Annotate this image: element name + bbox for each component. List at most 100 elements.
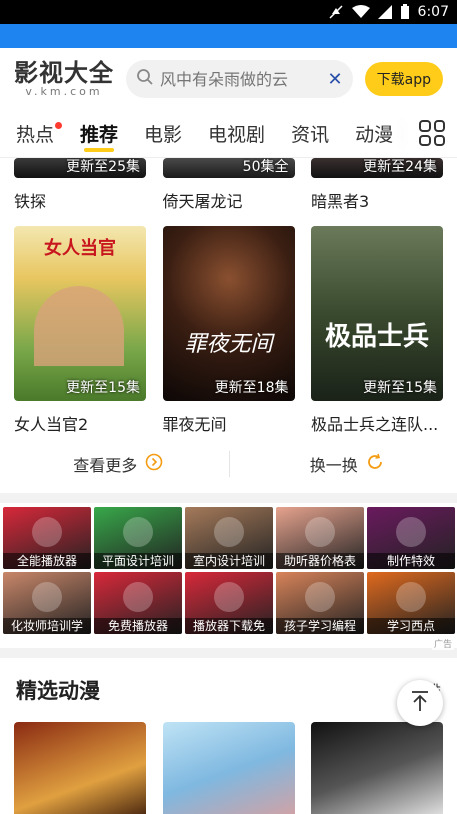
section-gap	[0, 493, 457, 503]
back-to-top-button[interactable]	[397, 680, 443, 726]
mute-icon	[328, 4, 344, 20]
ad-tile[interactable]: 助听器价格表	[276, 507, 364, 569]
top-row: 更新至25集 铁探 50集全 倚天屠龙记 更新至24集 暗黑者3	[0, 158, 457, 212]
ad-label: 室内设计培训	[185, 553, 273, 569]
search-icon	[136, 68, 154, 90]
tab-tv[interactable]: 电视剧	[208, 110, 265, 158]
ad-label: 助听器价格表	[276, 553, 364, 569]
tab-label: 电视剧	[208, 124, 266, 146]
logo-domain: v.km.com	[25, 85, 103, 98]
video-card[interactable]: 极品士兵 更新至15集 极品士兵之连队...	[311, 226, 443, 435]
tab-news[interactable]: 资讯	[291, 110, 329, 158]
ad-footer: 广告	[0, 634, 457, 650]
ad-label: 平面设计培训	[94, 553, 182, 569]
chevron-right-icon	[145, 453, 163, 475]
notification-dot	[55, 121, 63, 129]
status-bar: 6:07	[0, 0, 457, 24]
poster: 极品士兵 更新至15集	[311, 226, 443, 401]
refresh-icon	[366, 453, 384, 475]
divider	[228, 451, 230, 477]
poster-title: 极品士兵	[324, 322, 429, 352]
video-card[interactable]: 罪夜无间 更新至18集 罪夜无间	[162, 226, 295, 435]
ad-image	[396, 516, 426, 547]
logo-text: 影视大全	[14, 59, 114, 87]
app-logo[interactable]: 影视大全 v.km.com	[14, 60, 114, 98]
ad-label: 全能播放器	[3, 553, 91, 569]
episode-badge: 更新至24集	[363, 159, 437, 175]
tab-movie[interactable]: 电影	[144, 110, 182, 158]
main-row: 女人当官 更新至15集 女人当官2 罪夜无间 更新至18集 罪夜无间 极品士兵 …	[0, 226, 457, 435]
poster-title: 女人当官	[44, 238, 116, 259]
poster: 更新至24集	[311, 158, 443, 178]
video-title: 女人当官2	[14, 415, 89, 434]
wifi-icon	[351, 5, 370, 19]
ad-mark: 广告	[431, 637, 454, 650]
ad-tile[interactable]: 室内设计培训	[185, 507, 273, 569]
poster: 更新至25集	[14, 158, 146, 178]
video-title: 倚天屠龙记	[162, 192, 243, 211]
app-top-band	[0, 24, 457, 48]
ad-grid: 全能播放器 平面设计培训 室内设计培训 助听器价格表 制作特效化妆师培训学 免费播放器 播放…	[0, 503, 457, 634]
ad-tile[interactable]: 学习西点	[367, 572, 455, 634]
refresh-label: 换一换	[309, 456, 358, 475]
video-title: 铁探	[14, 192, 47, 211]
signal-icon	[377, 5, 392, 19]
tab-label: 动漫	[355, 124, 394, 146]
episode-badge: 更新至15集	[363, 380, 437, 396]
anime-poster[interactable]	[162, 722, 295, 814]
tab-anime[interactable]: 动漫	[355, 110, 393, 158]
ad-tile[interactable]: 孩子学习编程	[276, 572, 364, 634]
ad-label: 学习西点	[367, 618, 455, 634]
section-actions: 查看更多 换一换	[0, 435, 457, 493]
ad-tile[interactable]: 化妆师培训学	[3, 572, 91, 634]
ad-tile[interactable]: 全能播放器	[3, 507, 91, 569]
poster: 女人当官 更新至15集	[14, 226, 146, 401]
ad-image	[32, 581, 62, 612]
video-card[interactable]: 女人当官 更新至15集 女人当官2	[14, 226, 146, 435]
poster: 罪夜无间 更新至18集	[162, 226, 295, 401]
ad-label: 免费播放器	[94, 618, 182, 634]
tab-label: 推荐	[80, 124, 119, 146]
video-card[interactable]: 更新至24集 暗黑者3	[311, 158, 443, 212]
ad-label: 孩子学习编程	[276, 618, 364, 634]
arrow-up-icon	[410, 690, 430, 716]
download-app-button[interactable]: 下载app	[364, 62, 443, 96]
video-title: 极品士兵之连队...	[311, 415, 439, 434]
ad-image	[396, 581, 426, 612]
view-more-button[interactable]: 查看更多	[73, 452, 163, 476]
ad-image	[214, 581, 244, 612]
ad-tile[interactable]: 平面设计培训	[94, 507, 182, 569]
ad-tile[interactable]: 制作特效	[367, 507, 455, 569]
ad-tile[interactable]: 播放器下载免	[185, 572, 273, 634]
tab-recommend[interactable]: 推荐	[80, 110, 118, 158]
tab-label: 热点	[16, 124, 55, 146]
view-more-label: 查看更多	[73, 456, 138, 475]
category-tabs: 热点 推荐 电影 电视剧 资讯 动漫	[0, 110, 457, 158]
section-title: 精选动漫	[16, 679, 100, 703]
episode-badge: 更新至18集	[214, 380, 289, 396]
status-time: 6:07	[417, 4, 449, 20]
anime-poster[interactable]	[311, 722, 443, 814]
tab-label: 电影	[144, 124, 183, 146]
ad-label: 化妆师培训学	[3, 618, 91, 634]
refresh-button[interactable]: 换一换	[310, 452, 384, 476]
clear-icon[interactable]: ✕	[328, 69, 343, 90]
search-input[interactable]	[160, 69, 322, 89]
section-gap	[0, 648, 457, 658]
search-bar[interactable]: ✕	[126, 60, 353, 98]
video-card[interactable]: 50集全 倚天屠龙记	[162, 158, 295, 212]
header: 影视大全 v.km.com ✕ 下载app	[0, 48, 457, 110]
video-card[interactable]: 更新至25集 铁探	[14, 158, 146, 212]
all-categories-icon[interactable]	[419, 120, 445, 146]
poster-figures	[34, 286, 124, 366]
ad-label: 播放器下载免	[185, 618, 273, 634]
tab-hot[interactable]: 热点	[16, 110, 63, 158]
anime-section-header: 精选动漫 排	[0, 658, 457, 722]
ad-image	[214, 516, 244, 547]
video-title: 罪夜无间	[162, 415, 227, 434]
ad-tile[interactable]: 免费播放器	[94, 572, 182, 634]
video-title: 暗黑者3	[311, 192, 370, 211]
anime-poster[interactable]	[14, 722, 146, 814]
tab-divider	[408, 118, 409, 149]
ad-image	[305, 516, 335, 547]
